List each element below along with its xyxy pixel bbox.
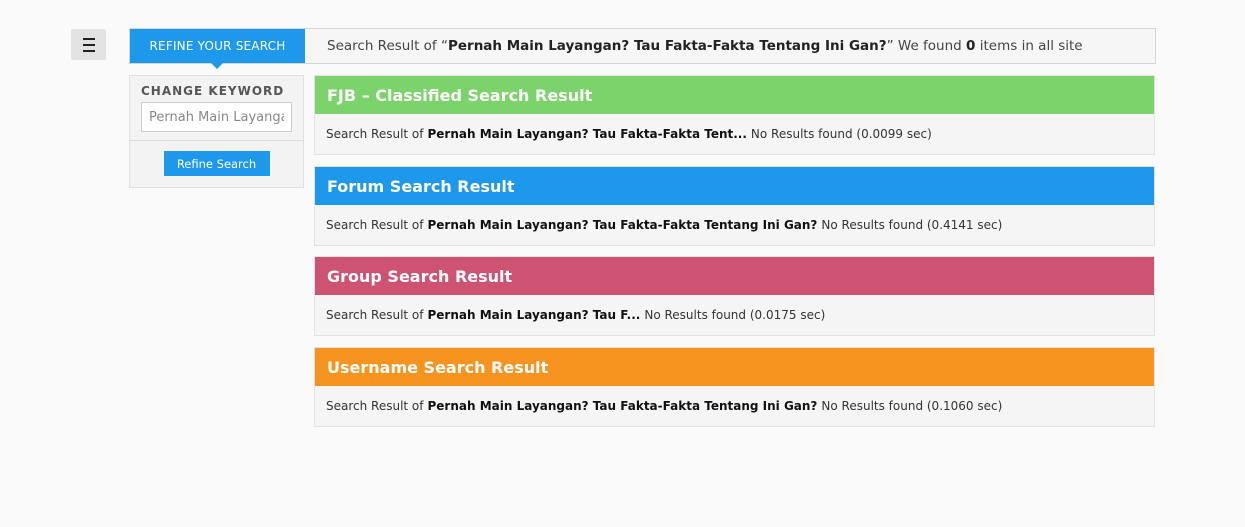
- forum-result-body: Search Result of Pernah Main Layangan? T…: [315, 205, 1154, 245]
- username-result-body: Search Result of Pernah Main Layangan? T…: [315, 386, 1154, 426]
- group-result-panel: Group Search Result Search Result of Per…: [314, 256, 1155, 336]
- result-status: No Results found (0.1060 sec): [821, 399, 1003, 413]
- result-query: Pernah Main Layangan? Tau Fakta-Fakta Te…: [427, 127, 747, 141]
- result-query: Pernah Main Layangan? Tau F...: [427, 308, 641, 322]
- sidebar-toggle-button[interactable]: [71, 29, 106, 60]
- refine-search-button[interactable]: Refine Search: [163, 151, 270, 176]
- change-keyword-label: CHANGE KEYWORD: [141, 84, 285, 98]
- group-result-body: Search Result of Pernah Main Layangan? T…: [315, 295, 1154, 335]
- fjb-result-header: FJB – Classified Search Result: [315, 76, 1154, 114]
- result-query: Pernah Main Layangan? Tau Fakta-Fakta Te…: [427, 218, 818, 232]
- refine-search-tab[interactable]: REFINE YOUR SEARCH: [130, 29, 305, 69]
- group-result-header: Group Search Result: [315, 257, 1154, 295]
- keyword-input[interactable]: [141, 102, 292, 132]
- result-status: No Results found (0.0175 sec): [644, 308, 826, 322]
- username-result-panel: Username Search Result Search Result of …: [314, 347, 1155, 427]
- panel-divider: [130, 140, 303, 141]
- summary-suffix: items in all site: [975, 38, 1083, 54]
- summary-middle: ” We found: [886, 38, 967, 54]
- summary-query: Pernah Main Layangan? Tau Fakta-Fakta Te…: [447, 38, 887, 54]
- caret-down-icon: [211, 63, 223, 69]
- result-prefix: Search Result of: [326, 127, 424, 141]
- fjb-result-body: Search Result of Pernah Main Layangan? T…: [315, 114, 1154, 154]
- forum-result-header: Forum Search Result: [315, 167, 1154, 205]
- result-prefix: Search Result of: [326, 308, 424, 322]
- summary-prefix: Search Result of “: [327, 38, 448, 54]
- search-summary-text: Search Result of “Pernah Main Layangan? …: [305, 38, 1083, 54]
- result-prefix: Search Result of: [326, 218, 424, 232]
- forum-result-panel: Forum Search Result Search Result of Per…: [314, 166, 1155, 246]
- refine-search-tab-label: REFINE YOUR SEARCH: [149, 39, 286, 53]
- result-query: Pernah Main Layangan? Tau Fakta-Fakta Te…: [427, 399, 818, 413]
- hamburger-menu-icon: [82, 36, 95, 54]
- fjb-result-panel: FJB – Classified Search Result Search Re…: [314, 75, 1155, 155]
- result-status: No Results found (0.4141 sec): [821, 218, 1003, 232]
- result-status: No Results found (0.0099 sec): [750, 127, 932, 141]
- result-prefix: Search Result of: [326, 399, 424, 413]
- refine-search-panel: CHANGE KEYWORD Refine Search: [129, 75, 304, 188]
- search-summary-bar: REFINE YOUR SEARCH Search Result of “Per…: [129, 28, 1156, 69]
- username-result-header: Username Search Result: [315, 348, 1154, 386]
